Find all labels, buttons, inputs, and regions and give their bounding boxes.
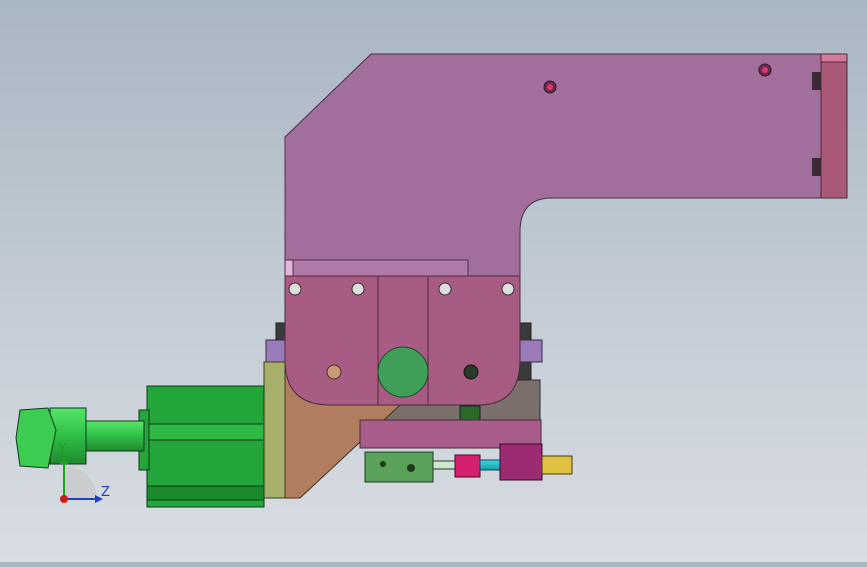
guide-strip [284, 259, 469, 277]
actuator-cylinder[interactable] [499, 443, 543, 481]
connector [454, 454, 481, 478]
fixing-plate[interactable] [263, 361, 286, 499]
end-plate[interactable] [820, 53, 848, 199]
triad-z-label: Z [101, 485, 110, 500]
motor[interactable] [138, 385, 265, 508]
center-bore[interactable] [377, 346, 429, 398]
triad-y-label: Y [58, 442, 66, 457]
assembly-model[interactable] [0, 0, 867, 562]
cad-viewport[interactable] [0, 0, 867, 562]
hex-nut [15, 407, 57, 469]
sensor-block[interactable] [364, 451, 434, 483]
motor-shaft [83, 420, 145, 452]
